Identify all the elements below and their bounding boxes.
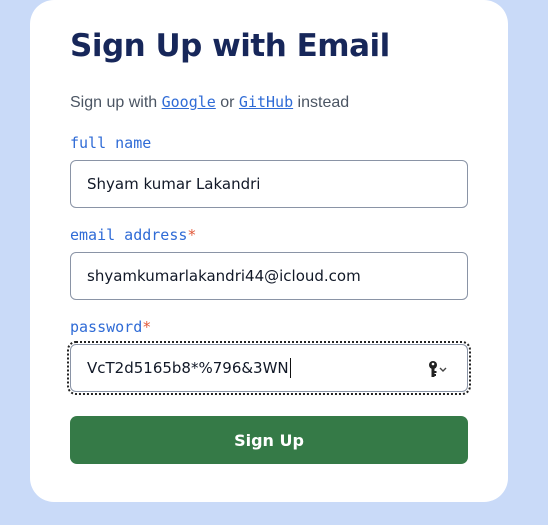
sign-up-button[interactable]: Sign Up — [70, 416, 468, 464]
signup-card: Sign Up with Email Sign up with Google o… — [30, 0, 508, 502]
alt-or-text: or — [215, 94, 239, 111]
password-field[interactable]: VcT2d5165b8*%796&3WN — [67, 341, 471, 395]
key-icon[interactable] — [427, 360, 449, 378]
password-label: password* — [70, 318, 152, 336]
github-signup-link[interactable]: GitHub — [239, 93, 293, 111]
full-name-label: full name — [70, 134, 152, 152]
password-required-mark: * — [142, 318, 152, 336]
email-field[interactable]: shyamkumarlakandri44@icloud.com — [70, 252, 468, 300]
alt-prefix-text: Sign up with — [70, 94, 162, 111]
email-required-mark: * — [187, 226, 197, 244]
google-signup-link[interactable]: Google — [162, 93, 216, 111]
text-caret — [289, 358, 291, 378]
full-name-value: Shyam kumar Lakandri — [87, 175, 261, 193]
alternative-signup-line: Sign up with Google or GitHub instead — [70, 93, 349, 112]
full-name-field[interactable]: Shyam kumar Lakandri — [70, 160, 468, 208]
password-value: VcT2d5165b8*%796&3WN — [87, 359, 289, 377]
alt-suffix-text: instead — [293, 94, 350, 111]
email-value: shyamkumarlakandri44@icloud.com — [87, 267, 361, 285]
page-title: Sign Up with Email — [70, 28, 390, 64]
email-label: email address* — [70, 226, 197, 244]
